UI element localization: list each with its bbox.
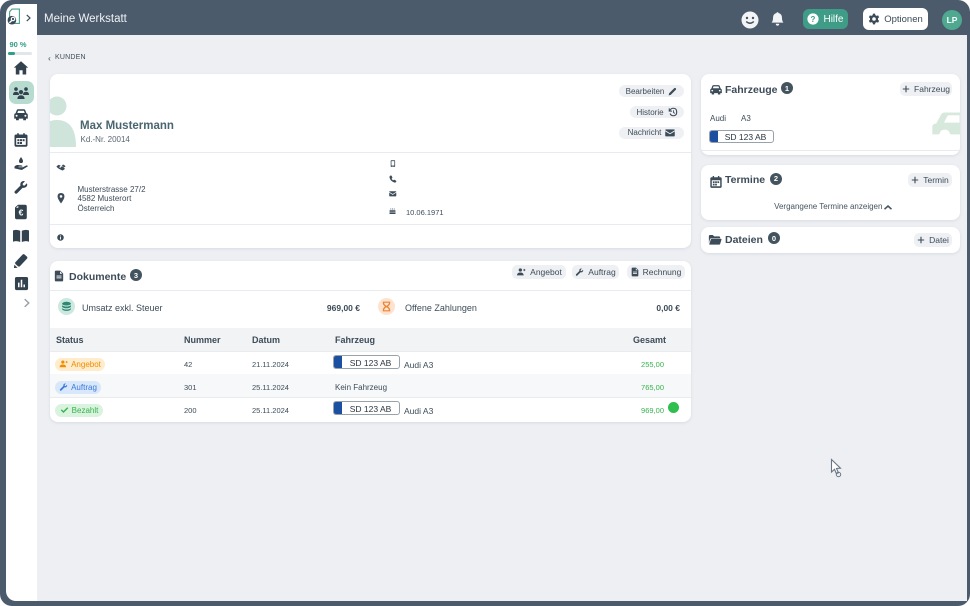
svg-text:?: ? <box>811 15 816 24</box>
